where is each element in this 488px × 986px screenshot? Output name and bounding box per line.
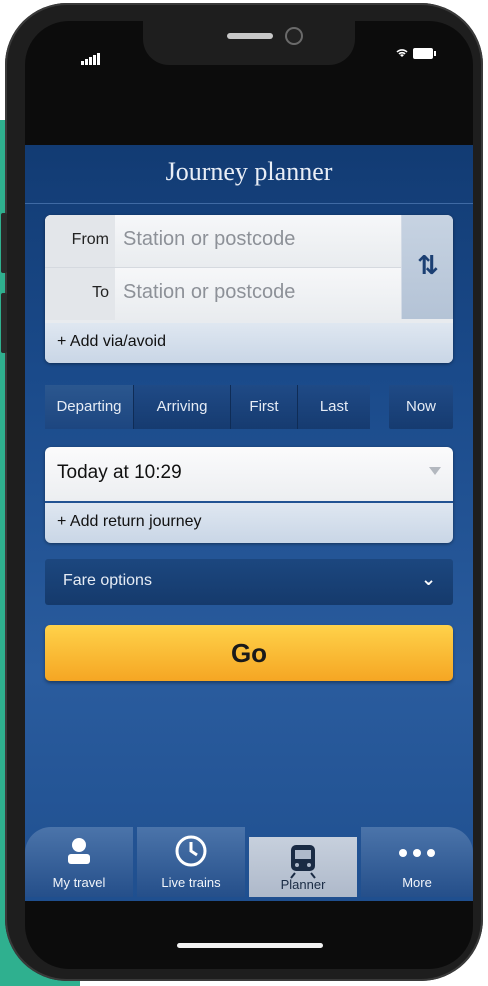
journey-planner-app: Journey planner From Station or postcode… <box>25 145 473 901</box>
segment-arriving[interactable]: Arriving <box>134 385 231 429</box>
from-row[interactable]: From Station or postcode <box>45 215 401 267</box>
date-time-field[interactable]: Today at 10:29 <box>45 447 453 501</box>
volume-button <box>1 213 7 273</box>
clock-icon <box>137 833 245 869</box>
to-station-input[interactable]: Station or postcode <box>123 281 295 304</box>
add-return-journey-button[interactable]: + Add return journey <box>45 503 453 543</box>
battery-icon <box>413 48 436 59</box>
tab-live-trains[interactable]: Live trains <box>137 827 245 897</box>
segment-departing[interactable]: Departing <box>45 385 134 429</box>
home-indicator[interactable] <box>177 943 323 948</box>
signal-icon <box>81 47 101 65</box>
tab-my-travel[interactable]: My travel <box>25 827 133 897</box>
date-time-selector: Today at 10:29 + Add return journey <box>45 447 453 543</box>
add-via-label: + Add via/avoid <box>57 333 166 350</box>
divider <box>25 203 473 204</box>
go-button[interactable]: Go <box>45 625 453 681</box>
fare-options-toggle[interactable]: Fare options ⌄ <box>45 559 453 605</box>
to-label: To <box>92 284 109 301</box>
page-title: Journey planner <box>165 157 333 186</box>
tab-more[interactable]: More <box>361 827 473 897</box>
add-via-avoid-button[interactable]: + Add via/avoid <box>45 323 453 363</box>
camera-icon <box>287 29 301 43</box>
speaker-icon <box>227 33 273 39</box>
wifi-icon <box>395 43 409 62</box>
phone-frame: Journey planner From Station or postcode… <box>1 3 483 981</box>
notch <box>143 21 355 65</box>
tab-label: My travel <box>52 875 106 890</box>
from-station-input[interactable]: Station or postcode <box>123 228 295 251</box>
train-icon <box>249 843 357 879</box>
swap-stations-button[interactable]: ⇅ <box>401 215 453 319</box>
to-row[interactable]: To Station or postcode <box>45 267 401 320</box>
segment-first[interactable]: First <box>231 385 298 429</box>
tab-bar: My travel Live trains Planner More <box>25 813 473 897</box>
tab-label: Planner <box>280 877 326 892</box>
tab-label: More <box>402 875 432 890</box>
station-selector: From Station or postcode To Station or p… <box>45 215 453 363</box>
phone-screen: Journey planner From Station or postcode… <box>25 21 473 969</box>
now-button[interactable]: Now <box>389 385 453 429</box>
add-return-label: + Add return journey <box>57 513 202 530</box>
more-dots-icon <box>361 833 469 869</box>
fare-options-label: Fare options <box>63 572 152 589</box>
tab-label: Live trains <box>161 875 221 890</box>
from-label: From <box>71 231 109 248</box>
volume-button <box>1 293 7 353</box>
swap-arrows-icon: ⇅ <box>417 251 439 281</box>
chevron-down-icon: ⌄ <box>421 569 437 590</box>
person-icon <box>25 833 133 869</box>
dropdown-arrow-icon <box>429 467 441 475</box>
segment-last[interactable]: Last <box>298 385 370 429</box>
date-time-value: Today at 10:29 <box>57 462 182 483</box>
tab-planner[interactable]: Planner <box>249 837 357 897</box>
